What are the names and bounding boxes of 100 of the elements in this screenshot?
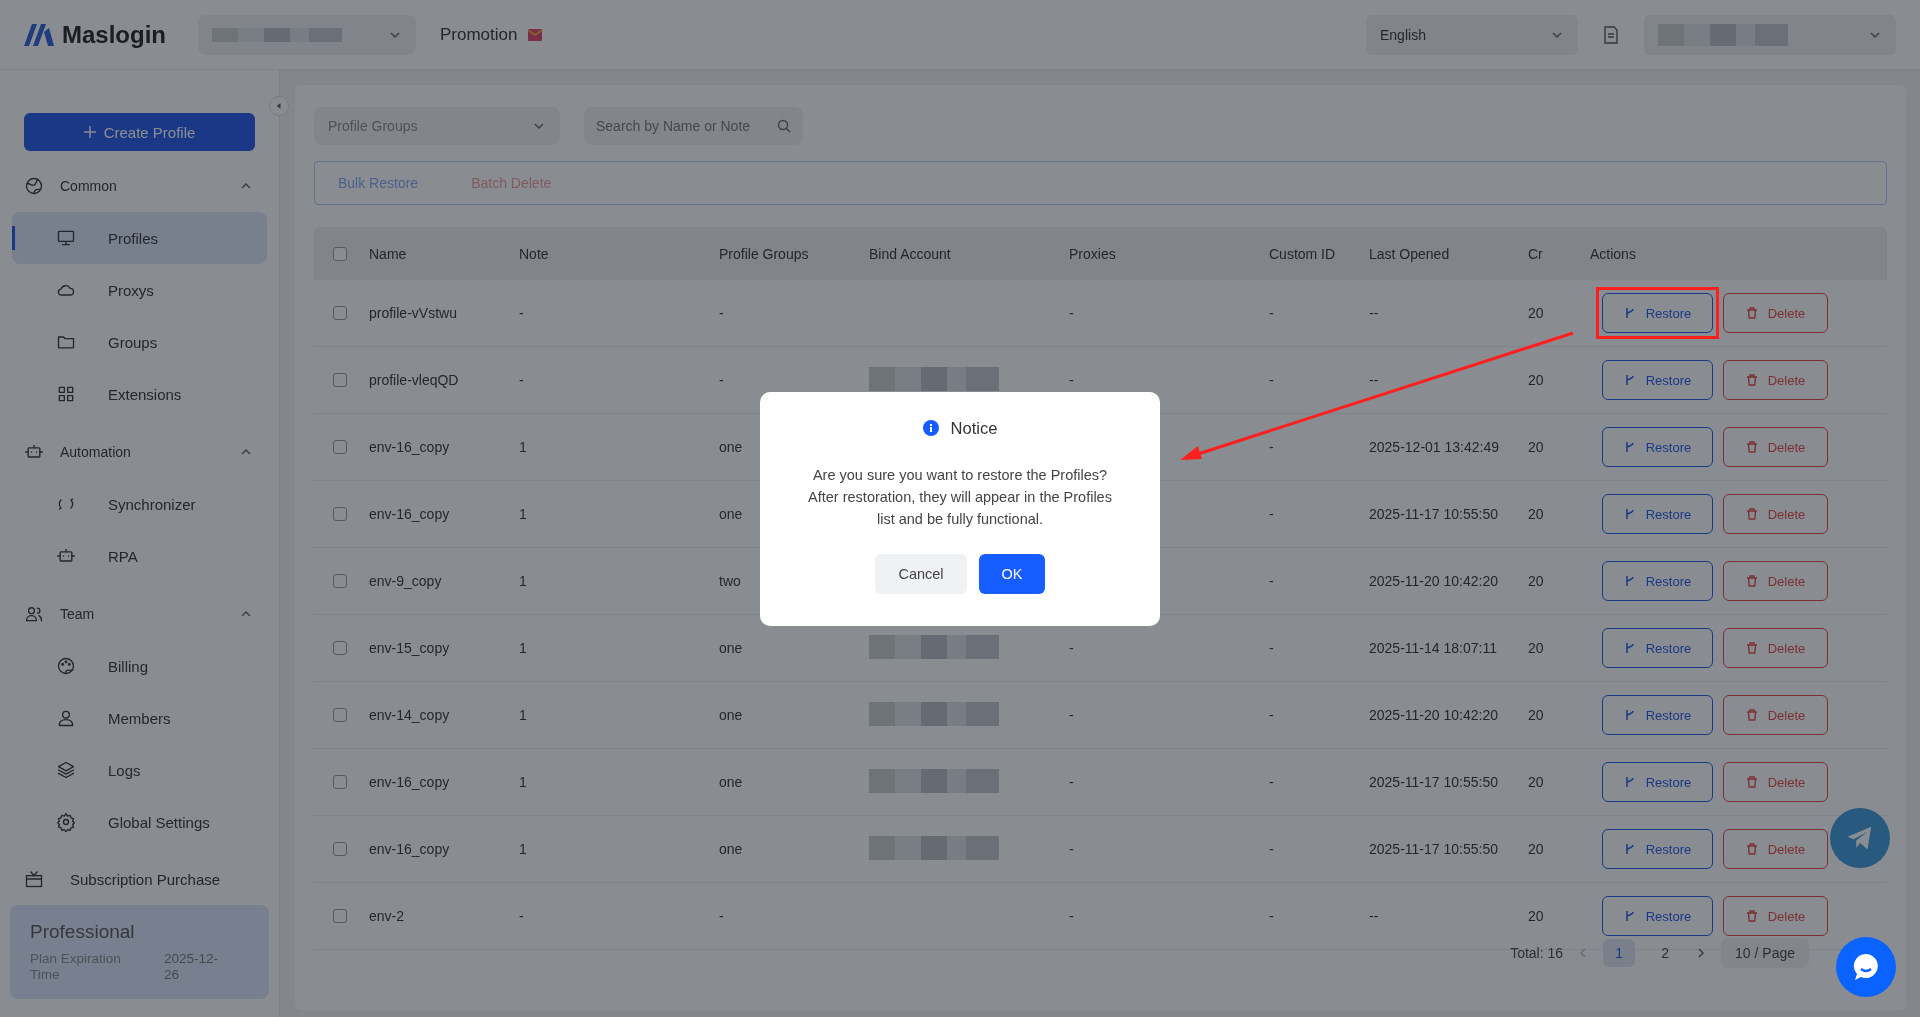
- delete-button[interactable]: Delete: [1723, 494, 1828, 534]
- table-cell-text: -: [519, 908, 525, 924]
- table-cell-text: env-2: [369, 908, 406, 924]
- create-profile-button[interactable]: Create Profile: [24, 113, 255, 151]
- restore-button[interactable]: Restore: [1602, 762, 1713, 802]
- table-cell-text: 20: [1528, 439, 1545, 455]
- column-header: Custom ID: [1269, 245, 1337, 262]
- column-header: Profile Groups: [719, 245, 810, 262]
- row-checkbox[interactable]: [333, 574, 347, 588]
- sidebar-item[interactable]: Members: [12, 692, 267, 744]
- table-cell-text: 2025-11-14 18:07:11: [1369, 640, 1498, 656]
- document-icon[interactable]: [1602, 25, 1620, 44]
- envelope-icon: [527, 26, 544, 43]
- dialog-message: Are you sure you want to restore the Profiles? After restoration, they will appear in the Profiles list and be fully functional.: [807, 465, 1113, 529]
- row-checkbox[interactable]: [333, 373, 347, 387]
- branch-icon: [1623, 508, 1636, 520]
- sidebar-item[interactable]: Proxys: [12, 264, 267, 316]
- branch-icon: [1623, 910, 1636, 922]
- table-cell-text: 1: [519, 841, 528, 857]
- table-cell-text: profile-vleqQD: [369, 372, 460, 388]
- row-checkbox[interactable]: [333, 708, 347, 722]
- delete-button[interactable]: Delete: [1723, 896, 1828, 936]
- table-cell-text: 1: [519, 640, 528, 656]
- subscription-link[interactable]: Subscription Purchase: [70, 870, 221, 888]
- table-cell-text: -: [1069, 707, 1075, 723]
- delete-button[interactable]: Delete: [1723, 293, 1828, 333]
- row-checkbox[interactable]: [333, 909, 347, 923]
- table-cell-text: 20: [1528, 707, 1545, 723]
- workspace-dropdown[interactable]: [198, 14, 416, 55]
- trash-icon: [1745, 307, 1758, 319]
- section-header[interactable]: Common: [60, 178, 223, 194]
- table-cell-text: -: [719, 372, 725, 388]
- delete-button[interactable]: Delete: [1723, 695, 1828, 735]
- row-checkbox[interactable]: [333, 440, 347, 454]
- trash-icon: [1745, 508, 1758, 520]
- delete-button[interactable]: Delete: [1723, 427, 1828, 467]
- delete-button[interactable]: Delete: [1723, 360, 1828, 400]
- page-button[interactable]: 1: [1603, 939, 1636, 967]
- table-cell-text: 1: [519, 506, 528, 522]
- row-checkbox[interactable]: [333, 842, 347, 856]
- section-header[interactable]: Automation: [60, 444, 223, 460]
- table-cell-text: -: [1269, 908, 1275, 924]
- trash-icon: [1745, 575, 1758, 587]
- row-checkbox[interactable]: [333, 775, 347, 789]
- table-cell-text: -: [1069, 774, 1075, 790]
- row-checkbox[interactable]: [333, 306, 347, 320]
- table-cell-text: -: [1269, 774, 1275, 790]
- sidebar-item[interactable]: Global Settings: [12, 796, 267, 848]
- table-cell-text: 20: [1528, 841, 1545, 857]
- search-icon: [777, 119, 791, 133]
- sidebar-item[interactable]: Synchronizer: [12, 478, 267, 530]
- people-icon: [24, 604, 44, 624]
- table-cell-text: 2025-12-01 13:42:49: [1369, 439, 1500, 455]
- sidebar-item[interactable]: Logs: [12, 744, 267, 796]
- branch-icon: [1623, 642, 1636, 654]
- branch-icon: [1623, 776, 1636, 788]
- promotion-link[interactable]: Promotion: [440, 24, 518, 45]
- restore-button[interactable]: Restore: [1602, 829, 1713, 869]
- restore-button[interactable]: Restore: [1602, 293, 1713, 333]
- section-header[interactable]: Team: [60, 606, 223, 622]
- table-cell-text: 2025-11-17 10:55:50: [1369, 841, 1499, 857]
- restore-button[interactable]: Restore: [1602, 628, 1713, 668]
- cancel-button[interactable]: Cancel: [875, 553, 967, 594]
- table-cell-text: 1: [519, 573, 528, 589]
- table-cell-text: env-16_copy: [369, 506, 451, 522]
- delete-button[interactable]: Delete: [1723, 628, 1828, 668]
- total-count: Total: 16: [1510, 945, 1564, 961]
- collapse-button[interactable]: [269, 96, 289, 116]
- delete-button[interactable]: Delete: [1723, 561, 1828, 601]
- account-dropdown[interactable]: [1644, 14, 1896, 55]
- restore-button[interactable]: Restore: [1602, 427, 1713, 467]
- table-cell-text: 1: [519, 707, 528, 723]
- restore-button[interactable]: Restore: [1602, 695, 1713, 735]
- delete-button[interactable]: Delete: [1723, 829, 1828, 869]
- language-dropdown[interactable]: English: [1366, 14, 1578, 55]
- search-field[interactable]: Search by Name or Note: [584, 107, 803, 145]
- table-cell-text: -: [1269, 573, 1275, 589]
- select-all-checkbox[interactable]: [333, 246, 347, 261]
- restore-button[interactable]: Restore: [1602, 896, 1713, 936]
- column-header: Cr: [1528, 245, 1544, 262]
- chat-bubble-icon: [1851, 952, 1881, 982]
- restore-button[interactable]: Restore: [1602, 360, 1713, 400]
- page-button[interactable]: 2: [1649, 939, 1682, 967]
- sidebar-item[interactable]: Billing: [12, 640, 267, 692]
- restore-button[interactable]: Restore: [1602, 561, 1713, 601]
- row-checkbox[interactable]: [333, 641, 347, 655]
- sidebar-item[interactable]: Groups: [12, 316, 267, 368]
- sidebar-item[interactable]: Profiles: [12, 212, 267, 264]
- delete-button[interactable]: Delete: [1723, 762, 1828, 802]
- trash-icon: [1745, 374, 1758, 386]
- table-cell-text: --: [1369, 305, 1380, 321]
- dialog-title: Notice: [950, 418, 998, 438]
- page-size-select[interactable]: 10 / Page: [1721, 938, 1809, 968]
- table-cell-text: -: [1269, 305, 1275, 321]
- expiration-date: 2025-12-26: [164, 951, 220, 984]
- ok-button[interactable]: OK: [979, 553, 1045, 594]
- row-checkbox[interactable]: [333, 507, 347, 521]
- restore-button[interactable]: Restore: [1602, 494, 1713, 534]
- sidebar-item[interactable]: RPA: [12, 530, 267, 582]
- sidebar-item[interactable]: Extensions: [12, 368, 267, 420]
